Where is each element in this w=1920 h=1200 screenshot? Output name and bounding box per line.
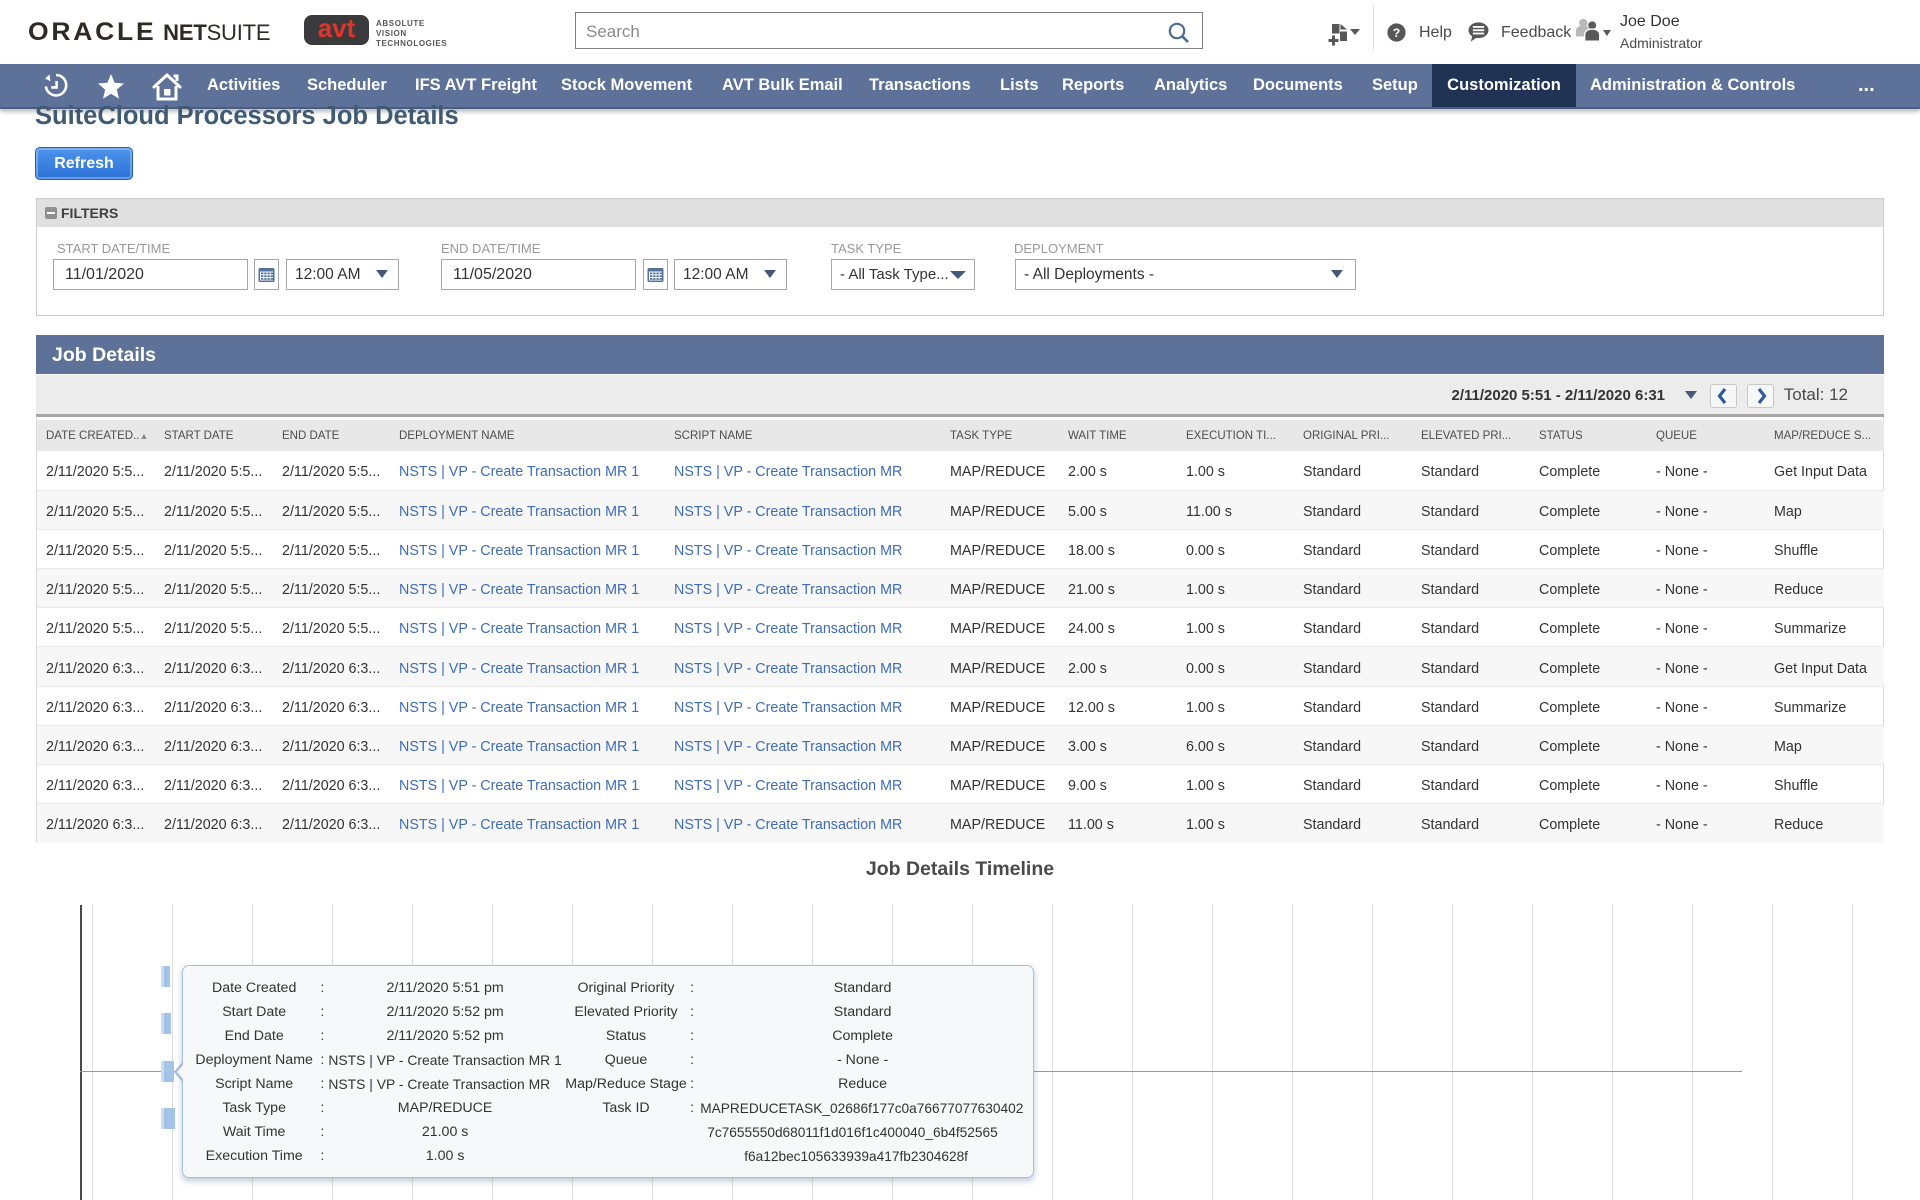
svg-text:?: ? — [1393, 26, 1401, 40]
